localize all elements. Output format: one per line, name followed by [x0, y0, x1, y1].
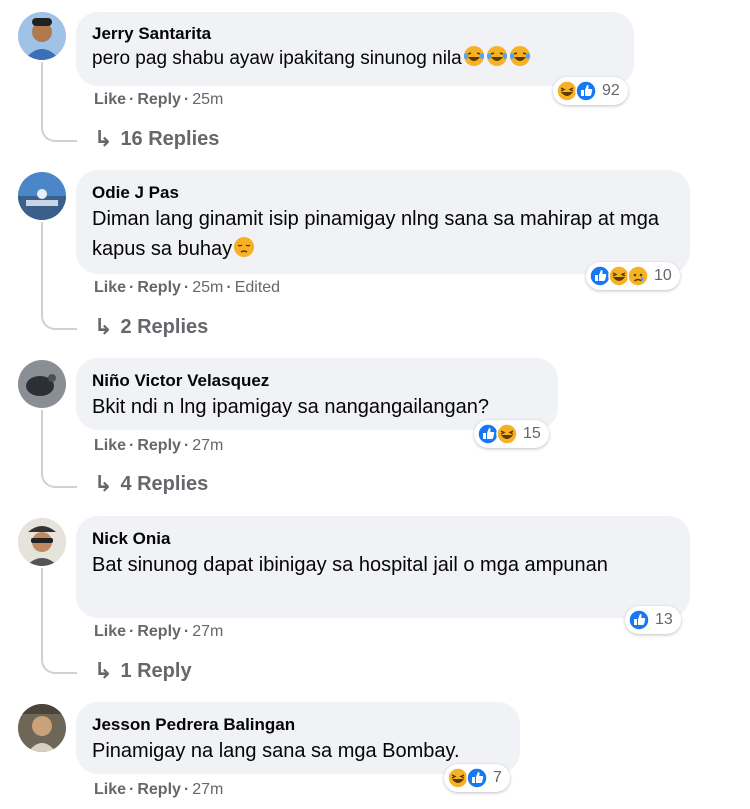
separator: ·: [226, 279, 232, 296]
timestamp[interactable]: 25m: [192, 279, 223, 296]
thread-line: [41, 568, 77, 674]
separator: ·: [129, 91, 135, 108]
like-link[interactable]: Like: [94, 279, 126, 296]
sad-reaction-icon: [627, 265, 649, 287]
reply-link[interactable]: Reply: [137, 279, 181, 296]
reply-link[interactable]: Reply: [137, 623, 181, 640]
comment-bubble: Jesson Pedrera Balingan Pinamigay na lan…: [76, 702, 520, 774]
view-replies[interactable]: ↳ 4 Replies: [94, 471, 208, 497]
avatar[interactable]: [18, 518, 66, 566]
reaction-summary[interactable]: 92: [553, 77, 628, 105]
pensive-face-icon: [233, 236, 255, 258]
like-reaction-icon: [466, 767, 488, 789]
laugh-cry-icon: [486, 45, 508, 67]
avatar[interactable]: [18, 360, 66, 408]
reaction-summary[interactable]: 13: [625, 606, 681, 634]
separator: ·: [129, 279, 135, 296]
timestamp[interactable]: 27m: [192, 623, 223, 640]
like-link[interactable]: Like: [94, 91, 126, 108]
reply-arrow-icon: ↳: [94, 471, 113, 496]
comment-actions: Like · Reply · 25m: [94, 90, 223, 110]
separator: ·: [183, 781, 190, 798]
separator: ·: [129, 437, 135, 454]
comment-actions: Like · Reply · 25m · Edited: [94, 278, 280, 298]
like-reaction-icon: [628, 609, 650, 631]
comment-text-body: Diman lang ginamit isip pinamigay nlng s…: [92, 208, 665, 260]
comment-text: Diman lang ginamit isip pinamigay nlng s…: [92, 204, 672, 264]
laugh-cry-icon: [463, 45, 485, 67]
timestamp[interactable]: 25m: [192, 91, 223, 108]
comment-text: Bkit ndi n lng ipamigay sa nangangailang…: [92, 396, 489, 418]
view-replies[interactable]: ↳ 2 Replies: [94, 314, 208, 340]
comment-text: Pinamigay na lang sana sa mga Bombay.: [92, 740, 460, 762]
reaction-count: 92: [602, 82, 620, 99]
replies-label: 2 Replies: [120, 316, 209, 338]
reply-link[interactable]: Reply: [137, 781, 181, 798]
comment-bubble: Odie J Pas Diman lang ginamit isip pinam…: [76, 170, 690, 274]
timestamp[interactable]: 27m: [192, 781, 223, 798]
replies-label: 4 Replies: [120, 473, 209, 495]
separator: ·: [183, 437, 190, 454]
reply-link[interactable]: Reply: [137, 437, 181, 454]
comment-author[interactable]: Jesson Pedrera Balingan: [92, 714, 502, 736]
thread-line: [41, 62, 77, 142]
reply-arrow-icon: ↳: [94, 126, 113, 151]
reply-arrow-icon: ↳: [94, 314, 113, 339]
view-replies[interactable]: ↳ 16 Replies: [94, 126, 219, 152]
like-link[interactable]: Like: [94, 437, 126, 454]
comment-actions: Like · Reply · 27m: [94, 622, 223, 642]
comment-actions: Like · Reply · 27m: [94, 780, 223, 800]
like-link[interactable]: Like: [94, 623, 126, 640]
comment-author[interactable]: Jerry Santarita: [92, 23, 616, 45]
avatar[interactable]: [18, 12, 66, 60]
separator: ·: [129, 781, 135, 798]
view-replies[interactable]: ↳ 1 Reply: [94, 658, 192, 684]
reaction-count: 15: [523, 425, 541, 442]
comment-bubble: Nick Onia Bat sinunog dapat ibinigay sa …: [76, 516, 690, 618]
reaction-count: 10: [654, 267, 672, 284]
edited-label: Edited: [234, 279, 281, 296]
avatar[interactable]: [18, 172, 66, 220]
comment-bubble: Jerry Santarita pero pag shabu ayaw ipak…: [76, 12, 634, 86]
comment-text: Bat sinunog dapat ibinigay sa hospital j…: [92, 554, 608, 576]
separator: ·: [129, 623, 135, 640]
comment-author[interactable]: Nick Onia: [92, 528, 672, 550]
like-reaction-icon: [575, 80, 597, 102]
reaction-summary[interactable]: 15: [474, 420, 549, 448]
comment-author[interactable]: Odie J Pas: [92, 182, 672, 204]
comment-text: pero pag shabu ayaw ipakitang sinunog ni…: [92, 45, 616, 73]
thread-line: [41, 222, 77, 330]
reaction-summary[interactable]: 7: [444, 764, 510, 792]
reaction-count: 7: [493, 769, 502, 786]
separator: ·: [183, 623, 190, 640]
thread-line: [41, 410, 77, 488]
haha-reaction-icon: [496, 423, 518, 445]
replies-label: 1 Reply: [120, 660, 192, 682]
reply-arrow-icon: ↳: [94, 658, 113, 683]
reply-link[interactable]: Reply: [137, 91, 181, 108]
like-link[interactable]: Like: [94, 781, 126, 798]
replies-label: 16 Replies: [120, 128, 220, 150]
comment-actions: Like · Reply · 27m: [94, 436, 223, 456]
reaction-summary[interactable]: 10: [586, 262, 680, 290]
separator: ·: [183, 91, 190, 108]
comment-text-body: pero pag shabu ayaw ipakitang sinunog ni…: [92, 48, 462, 69]
timestamp[interactable]: 27m: [192, 437, 223, 454]
reaction-count: 13: [655, 611, 673, 628]
separator: ·: [183, 279, 190, 296]
laugh-cry-icon: [509, 45, 531, 67]
comment-author[interactable]: Niño Victor Velasquez: [92, 370, 540, 392]
avatar[interactable]: [18, 704, 66, 752]
